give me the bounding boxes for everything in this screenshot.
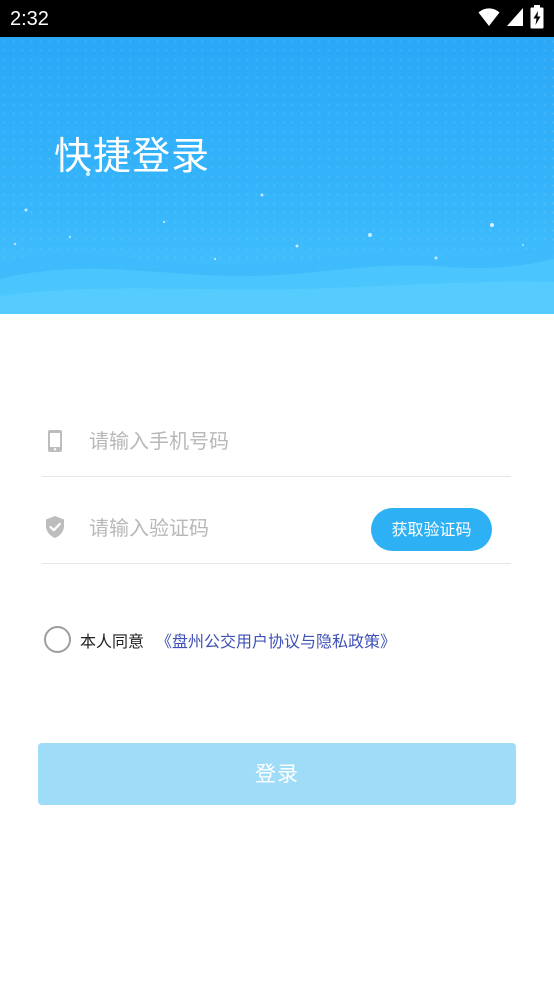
get-code-button[interactable]: 获取验证码 [371, 508, 492, 551]
agreement-row: 本人同意 《盘州公交用户协议与隐私政策》 [44, 626, 396, 653]
shield-check-icon [43, 515, 67, 539]
wifi-icon [478, 7, 500, 31]
code-divider [42, 563, 511, 564]
phone-input[interactable] [89, 426, 349, 456]
status-time: 2:32 [10, 8, 49, 30]
phone-icon [43, 429, 67, 453]
verification-code-input[interactable] [89, 513, 349, 543]
page-title: 快捷登录 [54, 134, 211, 178]
login-button[interactable]: 登录 [38, 743, 516, 805]
login-screen: 2:32 快捷登录 请输入手机号码 请输入验证码 获取验证码 本人同意 《盘州公… [0, 0, 554, 984]
phone-divider [42, 476, 511, 477]
status-bar: 2:32 [0, 0, 554, 37]
status-icons [478, 5, 544, 33]
agreement-link[interactable]: 《盘州公交用户协议与隐私政策》 [156, 628, 396, 652]
battery-charging-icon [530, 5, 544, 33]
header-banner: 快捷登录 [0, 37, 554, 314]
signal-icon [506, 7, 524, 31]
agree-label: 本人同意 [80, 631, 145, 651]
agreement-checkbox[interactable] [44, 626, 71, 653]
